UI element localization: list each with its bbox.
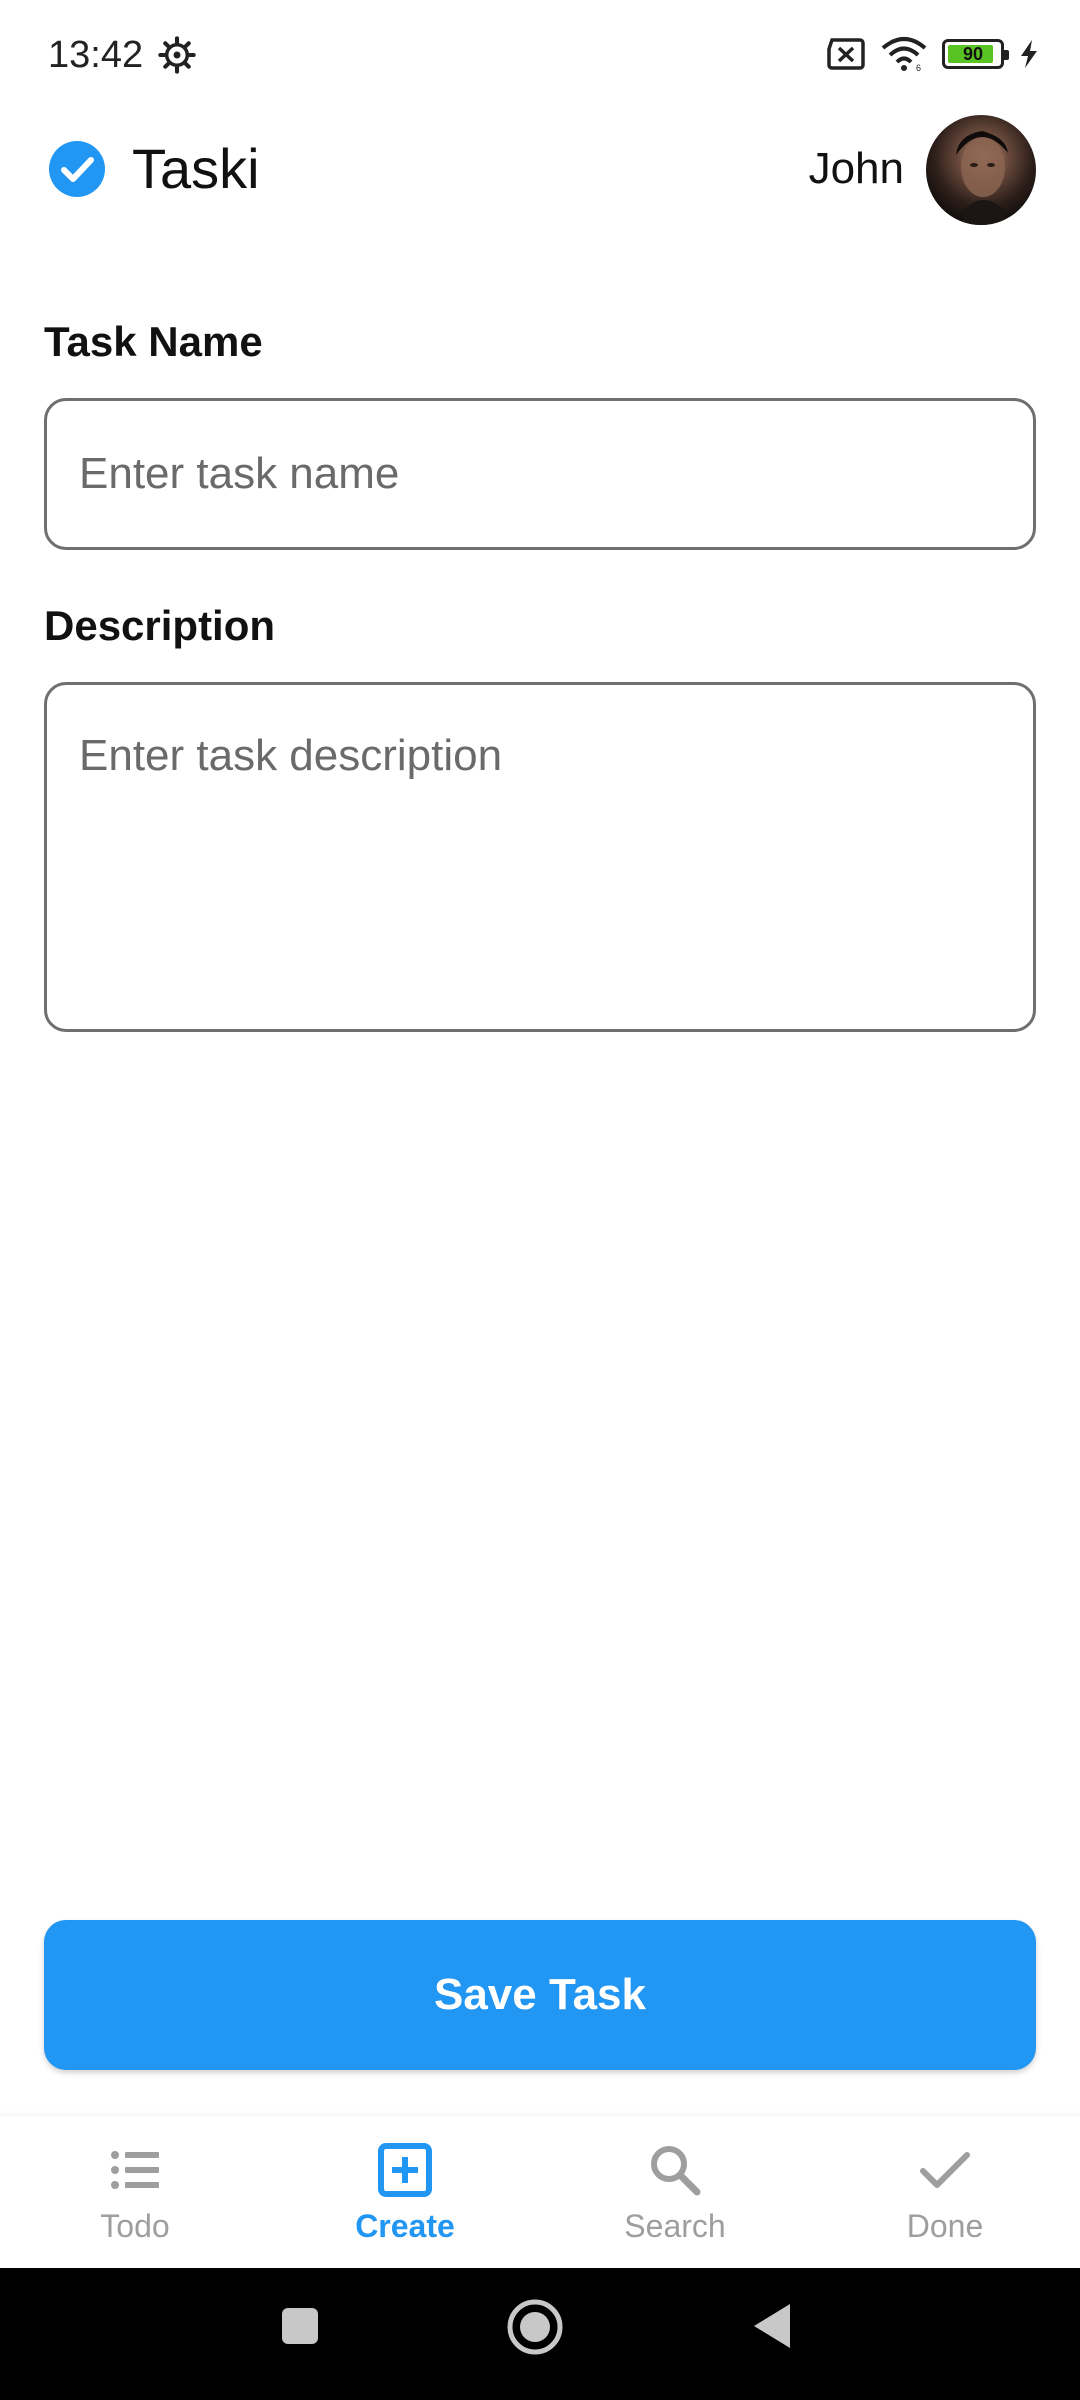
nav-item-todo[interactable]: Todo [0,2116,270,2268]
list-icon [111,2151,159,2189]
nav-label-create: Create [355,2208,455,2244]
recents-square-icon[interactable] [280,2306,320,2346]
task-name-input[interactable] [44,398,1036,550]
sim-no-signal-icon [827,38,865,70]
status-bar: 13:42 6 90 [0,0,1080,110]
save-task-button[interactable]: Save Task [44,1920,1036,2070]
nav-item-done[interactable]: Done [810,2116,1080,2268]
check-circle-icon [49,141,105,197]
description-label: Description [44,602,276,649]
system-navigation-bar [0,2268,1080,2400]
settings-gear-icon [158,36,196,74]
battery-icon: 90 [942,39,1009,69]
home-circle-icon[interactable] [506,2298,564,2356]
wifi-icon: 6 [881,37,927,72]
avatar-photo [956,131,1008,225]
status-time: 13:42 [48,34,144,76]
back-triangle-icon[interactable] [752,2302,792,2350]
app-header: Taski John [0,110,1080,230]
nav-label-search: Search [624,2208,726,2244]
user-name: John [808,144,904,193]
charging-bolt-icon [1021,40,1037,68]
bottom-navigation: Todo Create Search Done [0,2116,1080,2268]
nav-label-done: Done [906,2208,984,2244]
check-icon [920,2152,970,2188]
nav-label-todo: Todo [100,2208,170,2244]
task-name-label: Task Name [44,318,263,365]
avatar[interactable] [926,115,1036,225]
status-icons: 6 90 [824,36,1040,72]
search-icon [651,2146,701,2196]
svg-text:6: 6 [916,63,921,72]
nav-item-search[interactable]: Search [540,2116,810,2268]
nav-item-create[interactable]: Create [270,2116,540,2268]
add-box-icon [378,2143,432,2197]
battery-level: 90 [962,44,984,64]
app-title: Taski [132,137,260,200]
description-input[interactable] [44,682,1036,1032]
